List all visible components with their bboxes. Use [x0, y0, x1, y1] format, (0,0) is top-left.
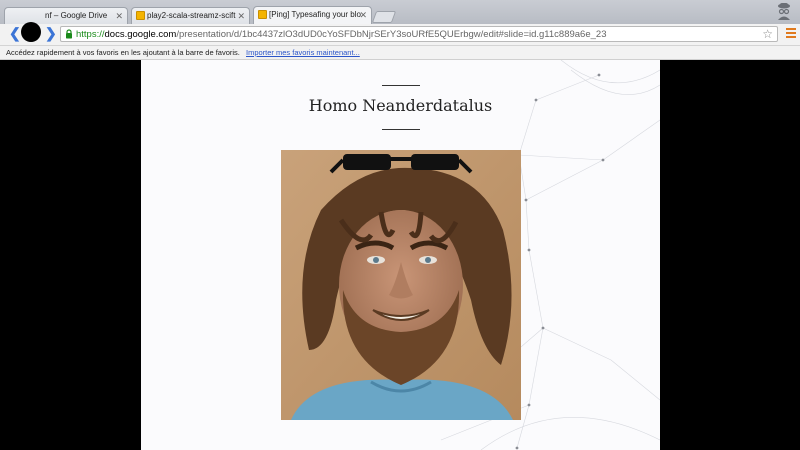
bookmarks-bar-message: Accédez rapidement à vos favoris en les …: [6, 48, 240, 57]
import-bookmarks-link[interactable]: Importer mes favoris maintenant...: [246, 46, 360, 59]
title-rule-top: [382, 85, 420, 86]
url-scheme: https://: [76, 29, 105, 40]
slide-title: Homo Neanderdatalus: [308, 96, 493, 115]
back-arrow-icon[interactable]: ❮: [9, 26, 21, 40]
address-bar[interactable]: https://docs.google.com/presentation/d/1…: [60, 26, 778, 42]
google-slides-icon: [136, 11, 145, 20]
chrome-menu-icon[interactable]: [786, 28, 796, 38]
lock-icon[interactable]: [65, 29, 73, 39]
bookmark-star-icon[interactable]: ☆: [762, 27, 773, 41]
google-slides-icon: [258, 10, 267, 19]
presentation-stage: Homo Neanderdatalus: [0, 60, 800, 450]
tab-label: play2-scala-streamz-scift: [147, 11, 236, 20]
tab-label: [Ping] Typesafing your blo: [269, 10, 361, 19]
tab-close-icon[interactable]: ✕: [359, 7, 367, 23]
slide[interactable]: Homo Neanderdatalus: [141, 60, 660, 450]
title-rule-bottom: [382, 129, 420, 130]
tab-play2-scala[interactable]: play2-scala-streamz-scift ✕: [131, 7, 250, 24]
incognito-profile-icon[interactable]: [776, 2, 792, 20]
bookmarks-bar: Accédez rapidement à vos favoris en les …: [0, 46, 800, 60]
navigation-buttons: ❮ ❯: [9, 21, 57, 45]
tab-strip: nf – Google Drive ✕ play2-scala-streamz-…: [0, 0, 800, 24]
cursor-dot: [21, 22, 41, 42]
url-host: docs.google.com: [104, 29, 177, 40]
browser-toolbar: ❮ ❯ https://docs.google.com/presentation…: [0, 21, 800, 46]
caveman-photo: [281, 150, 521, 420]
tab-close-icon[interactable]: ✕: [115, 8, 123, 24]
tab-close-icon[interactable]: ✕: [237, 8, 245, 24]
forward-arrow-icon[interactable]: ❯: [45, 26, 57, 40]
tab-ping-typesafing[interactable]: [Ping] Typesafing your blo ✕: [253, 6, 372, 24]
new-tab-button[interactable]: [371, 11, 397, 23]
url-path: /presentation/d/1bc4437zlO3dUD0cYoSFDbNj…: [176, 29, 607, 40]
tab-label: nf – Google Drive: [45, 11, 108, 20]
url-text: https://docs.google.com/presentation/d/1…: [76, 28, 606, 41]
